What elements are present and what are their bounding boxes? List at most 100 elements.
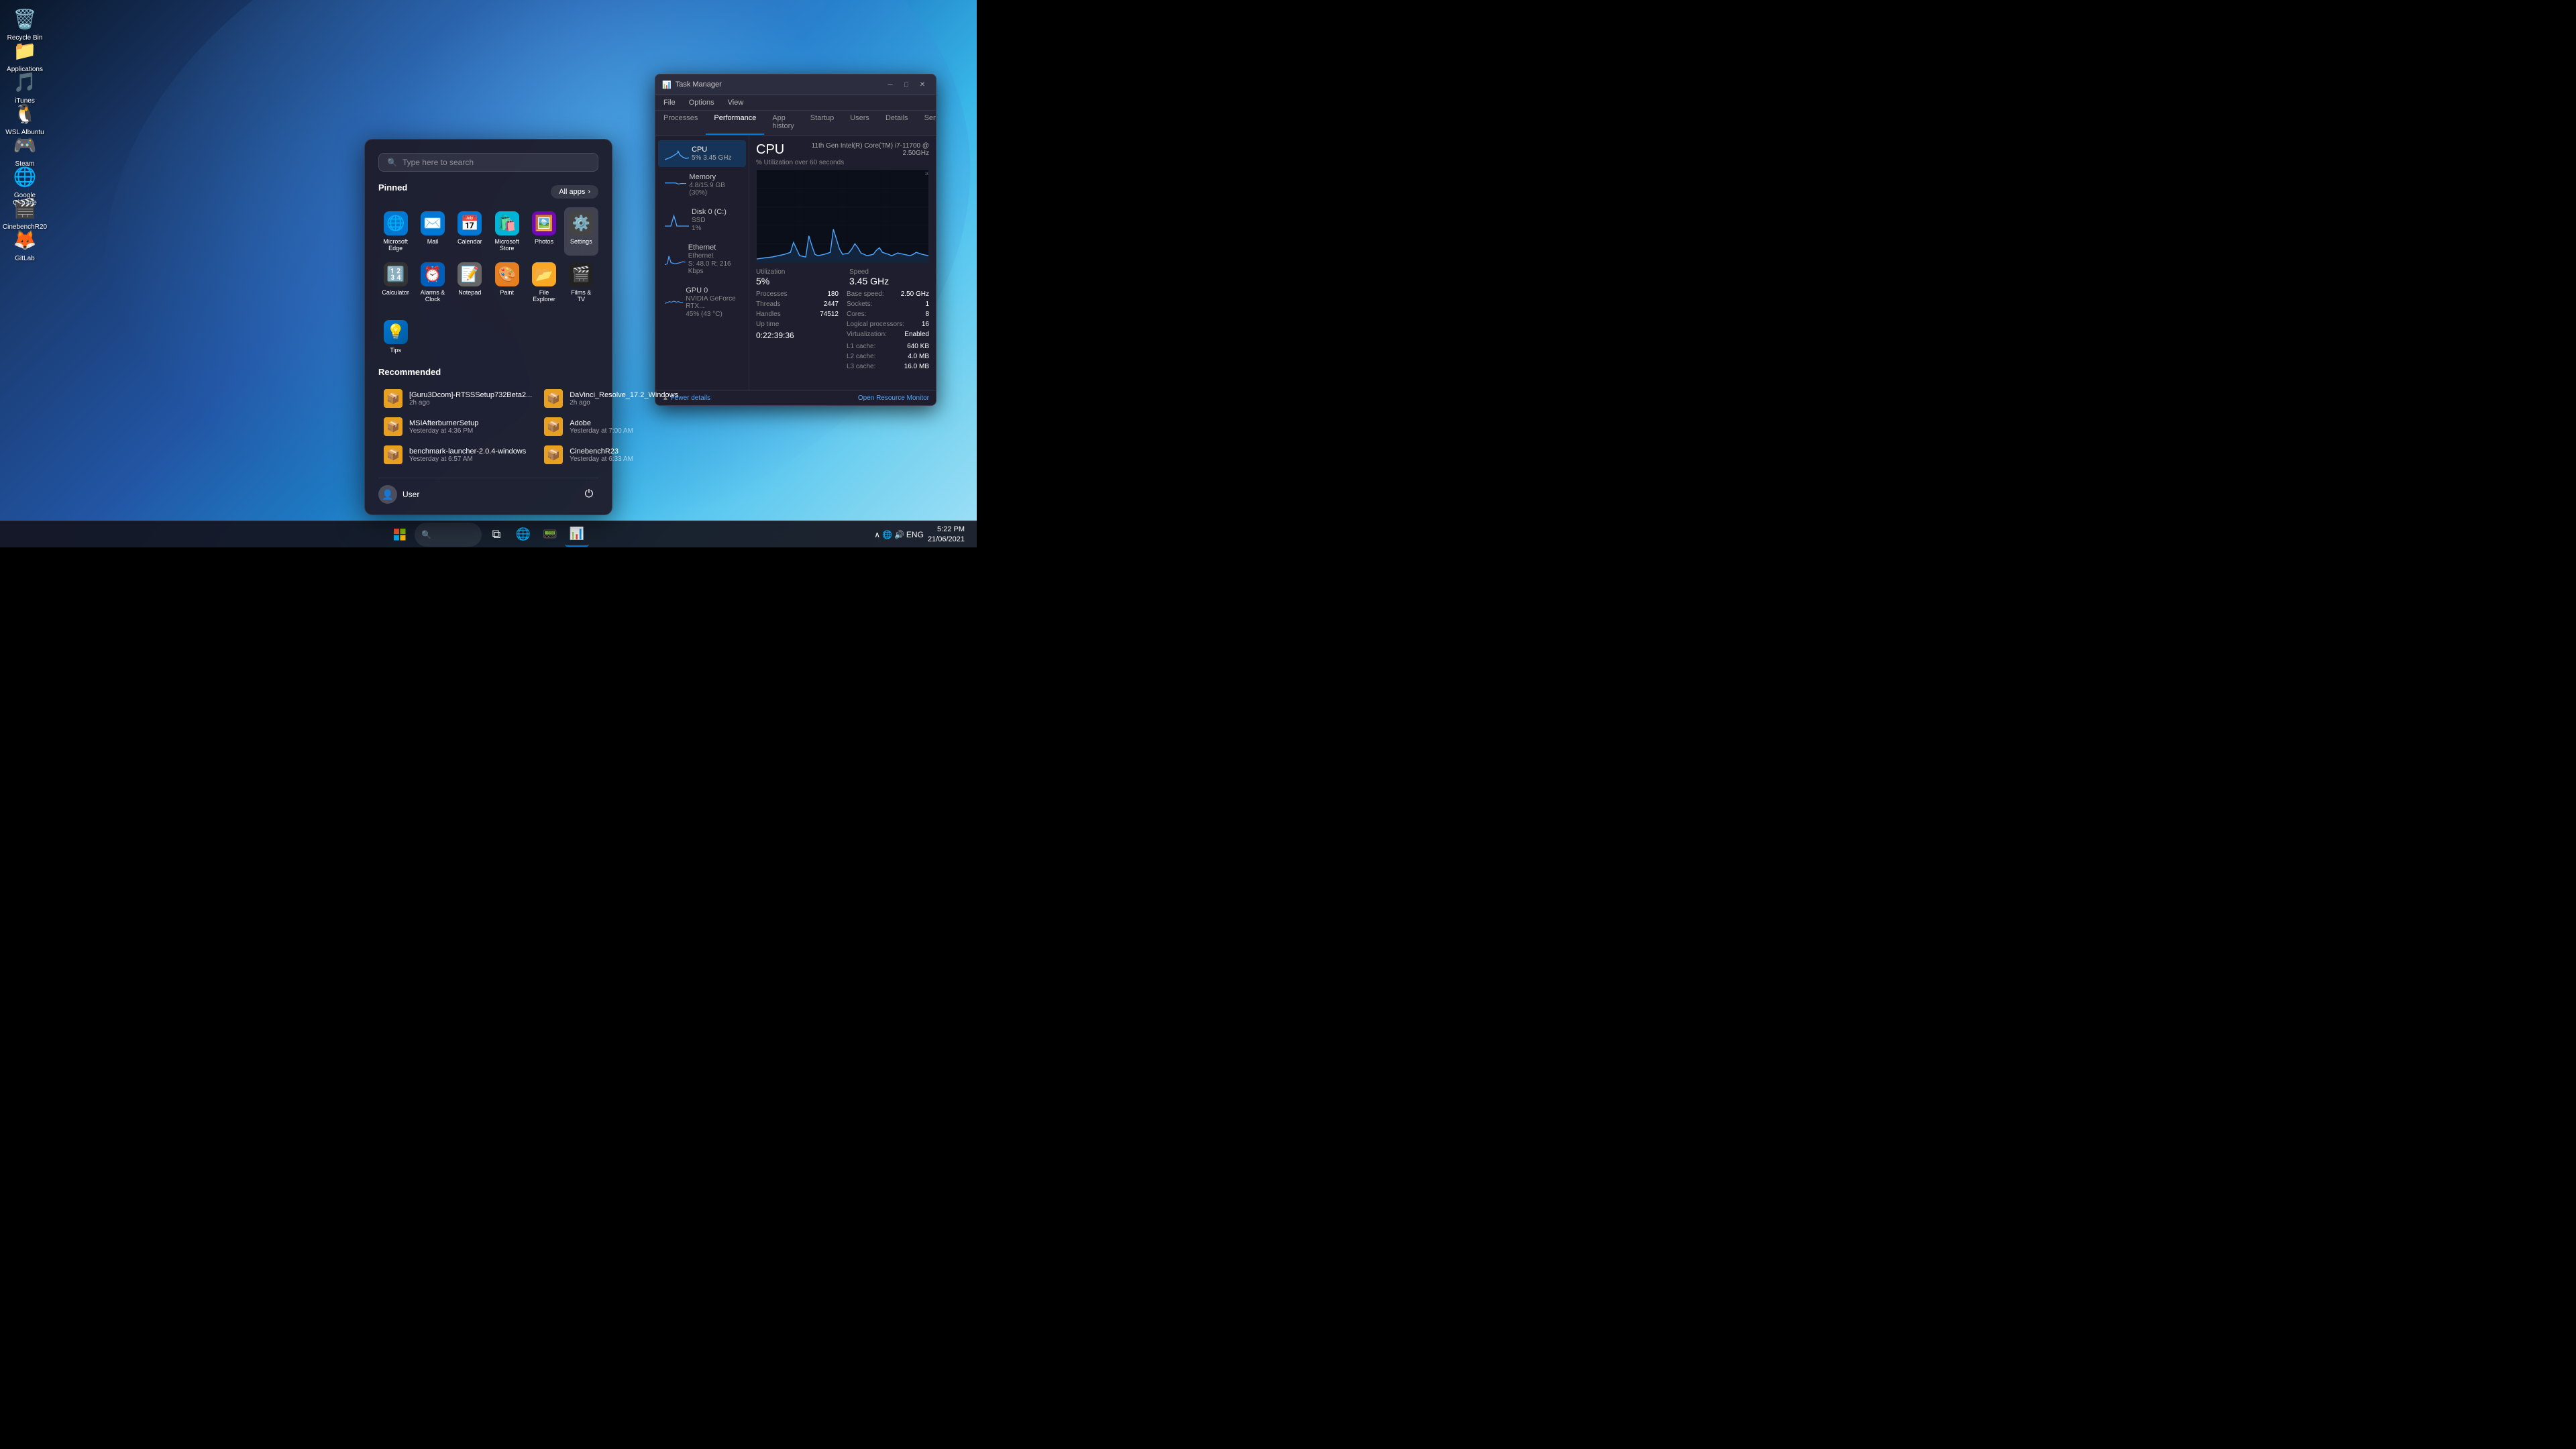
task-view-button[interactable]: ⧉ <box>484 523 508 547</box>
sidebar-item-memory[interactable]: Memory 4.8/15.9 GB (30%) <box>658 168 746 202</box>
handles-val: 74512 <box>820 311 839 318</box>
rec-item-adobe[interactable]: 📦 Adobe Yesterday at 7:00 AM <box>539 413 684 440</box>
tm-icon: 📊 <box>662 80 672 89</box>
maximize-button[interactable]: □ <box>900 78 913 91</box>
pinned-app-notepad[interactable]: 📝 Notepad <box>453 258 487 307</box>
extra-app-tips[interactable]: 💡 Tips <box>378 316 413 358</box>
cpu-graph-svg: 100% <box>757 170 928 262</box>
pinned-app-alarms[interactable]: ⏰ Alarms & Clock <box>415 258 449 307</box>
desktop-icon-applications[interactable]: 📁 Applications <box>1 37 48 73</box>
pinned-app-calculator[interactable]: 🔢 Calculator <box>378 258 413 307</box>
user-name: User <box>402 490 419 499</box>
taskmanager-taskbar-button[interactable]: 📊 <box>565 523 589 547</box>
tm-menu-view[interactable]: View <box>725 97 747 108</box>
power-button[interactable]: ⏻ <box>580 485 598 504</box>
start-button[interactable] <box>388 523 412 547</box>
tab-performance[interactable]: Performance <box>706 111 764 135</box>
search-bar[interactable]: 🔍 Type here to search <box>378 153 598 172</box>
all-apps-button[interactable]: All apps › <box>551 185 598 199</box>
tm-menu-options[interactable]: Options <box>686 97 717 108</box>
app-icon-alarms: ⏰ <box>421 262 445 286</box>
rec-item-davinci[interactable]: 📦 DaVinci_Resolve_17.2_Windows 2h ago <box>539 385 684 412</box>
tab-startup[interactable]: Startup <box>802 111 842 135</box>
tab-apphistory[interactable]: App history <box>764 111 802 135</box>
pinned-app-photos[interactable]: 🖼️ Photos <box>527 207 561 256</box>
tab-details[interactable]: Details <box>877 111 916 135</box>
tab-processes[interactable]: Processes <box>655 111 706 135</box>
tm-menubar: File Options View <box>655 95 936 111</box>
desktop-icon-steam[interactable]: 🎮 Steam <box>1 131 48 168</box>
ethernet-sparkline <box>665 252 686 268</box>
stat-virtualization: Virtualization: Enabled <box>847 331 929 340</box>
cpu-subtitle: 11th Gen Intel(R) Core(TM) i7-11700 @ 2.… <box>784 142 929 157</box>
stat-sockets: Sockets: 1 <box>847 301 929 308</box>
tray-chevron-icon[interactable]: ∧ <box>874 530 880 539</box>
clock-tray[interactable]: 5:22 PM 21/06/2021 <box>928 525 965 544</box>
pinned-app-settings[interactable]: ⚙️ Settings <box>564 207 598 256</box>
search-button[interactable]: 🔍 <box>415 523 482 547</box>
pinned-app-calendar[interactable]: 📅 Calendar <box>453 207 487 256</box>
rec-item-benchmark[interactable]: 📦 benchmark-launcher-2.0.4-windows Yeste… <box>378 441 537 468</box>
icon-img-wsl-albuntu: 🐧 <box>11 100 38 127</box>
sidebar-item-cpu[interactable]: CPU 5% 3.45 GHz <box>658 140 746 167</box>
logical-val: 16 <box>922 321 929 328</box>
desktop-icon-itunes[interactable]: 🎵 iTunes <box>1 68 48 105</box>
rec-item-msiafterburner[interactable]: 📦 MSIAfterburnerSetup Yesterday at 4:36 … <box>378 413 537 440</box>
speed-stat-val: 3.45 GHz <box>849 276 929 286</box>
start-bottom: 👤 User ⏻ <box>378 478 598 504</box>
rec-item-cinebench[interactable]: 📦 CinebenchR23 Yesterday at 6:33 AM <box>539 441 684 468</box>
desktop-icon-wsl-albuntu[interactable]: 🐧 WSL Albuntu <box>1 100 48 136</box>
pinned-app-ms-store[interactable]: 🛍️ Microsoft Store <box>490 207 524 256</box>
app-label-mail: Mail <box>427 238 439 245</box>
rec-item-guru3d[interactable]: 📦 [Guru3Dcom]-RTSSSetup732Beta2... 2h ag… <box>378 385 537 412</box>
pinned-app-edge[interactable]: 🌐 Microsoft Edge <box>378 207 413 256</box>
sidebar-item-gpu[interactable]: GPU 0 NVIDIA GeForce RTX... 45% (43 °C) <box>658 281 746 323</box>
user-row[interactable]: 👤 User <box>378 485 419 504</box>
rec-icon-adobe: 📦 <box>544 417 563 436</box>
rec-time-davinci: 2h ago <box>570 399 678 407</box>
tray-network-icon[interactable]: 🌐 <box>882 530 892 539</box>
pinned-app-films-tv[interactable]: 🎬 Films & TV <box>564 258 598 307</box>
open-resource-monitor-link[interactable]: Open Resource Monitor <box>858 394 929 402</box>
sidebar-item-disk[interactable]: Disk 0 (C:) SSD 1% <box>658 203 746 237</box>
chrome-taskbar-button[interactable]: 🌐 <box>511 523 535 547</box>
stat-uptime: Up time <box>756 321 839 328</box>
desktop-icon-recycle-bin[interactable]: 🗑️ Recycle Bin <box>1 5 48 42</box>
stat-logical: Logical processors: 16 <box>847 321 929 328</box>
pinned-app-paint[interactable]: 🎨 Paint <box>490 258 524 307</box>
app-label-calendar: Calendar <box>458 238 482 245</box>
rec-icon-cinebench: 📦 <box>544 445 563 464</box>
rec-text-guru3d: [Guru3Dcom]-RTSSSetup732Beta2... 2h ago <box>409 391 532 407</box>
disk-sparkline <box>665 212 689 228</box>
lang-indicator[interactable]: ENG <box>906 530 924 539</box>
app-icon-ms-store: 🛍️ <box>495 211 519 235</box>
tm-menu-file[interactable]: File <box>661 97 678 108</box>
desktop-icon-cinebench-r20[interactable]: 🎬 CinebenchR20 <box>1 195 48 231</box>
close-button[interactable]: ✕ <box>916 78 929 91</box>
pinned-app-file-explorer[interactable]: 📂 File Explorer <box>527 258 561 307</box>
l3-val: 16.0 MB <box>904 363 929 370</box>
search-icon: 🔍 <box>387 158 397 167</box>
rec-name-adobe: Adobe <box>570 419 678 427</box>
l1-val: 640 KB <box>907 343 929 350</box>
icon-img-itunes: 🎵 <box>11 68 38 95</box>
stat-uptime-val: 0:22:39:36 <box>756 331 839 340</box>
pinned-app-mail[interactable]: ✉️ Mail <box>415 207 449 256</box>
tab-services[interactable]: Services <box>916 111 936 135</box>
app-label-paint: Paint <box>500 289 514 296</box>
rec-icon-davinci: 📦 <box>544 389 563 408</box>
minimize-button[interactable]: ─ <box>883 78 897 91</box>
pinned-grid: 🌐 Microsoft Edge ✉️ Mail 📅 Calendar 🛍️ M… <box>378 207 598 307</box>
stat-handles: Handles 74512 <box>756 311 839 318</box>
desktop-icon-gitlab[interactable]: 🦊 GitLab <box>1 226 48 262</box>
app-icon-calculator: 🔢 <box>384 262 408 286</box>
tab-users[interactable]: Users <box>842 111 877 135</box>
icon-img-cinebench-r20: 🎬 <box>11 195 38 221</box>
rec-name-msiafterburner: MSIAfterburnerSetup <box>409 419 532 427</box>
terminal-taskbar-button[interactable]: 📟 <box>538 523 562 547</box>
tray-volume-icon[interactable]: 🔊 <box>894 530 904 539</box>
taskbar-right: ∧ 🌐 🔊 ENG 5:22 PM 21/06/2021 <box>874 525 977 544</box>
l2-val: 4.0 MB <box>908 353 929 360</box>
rec-text-davinci: DaVinci_Resolve_17.2_Windows 2h ago <box>570 391 678 407</box>
sidebar-item-ethernet[interactable]: Ethernet Ethernet S: 48.0 R: 216 Kbps <box>658 238 746 280</box>
